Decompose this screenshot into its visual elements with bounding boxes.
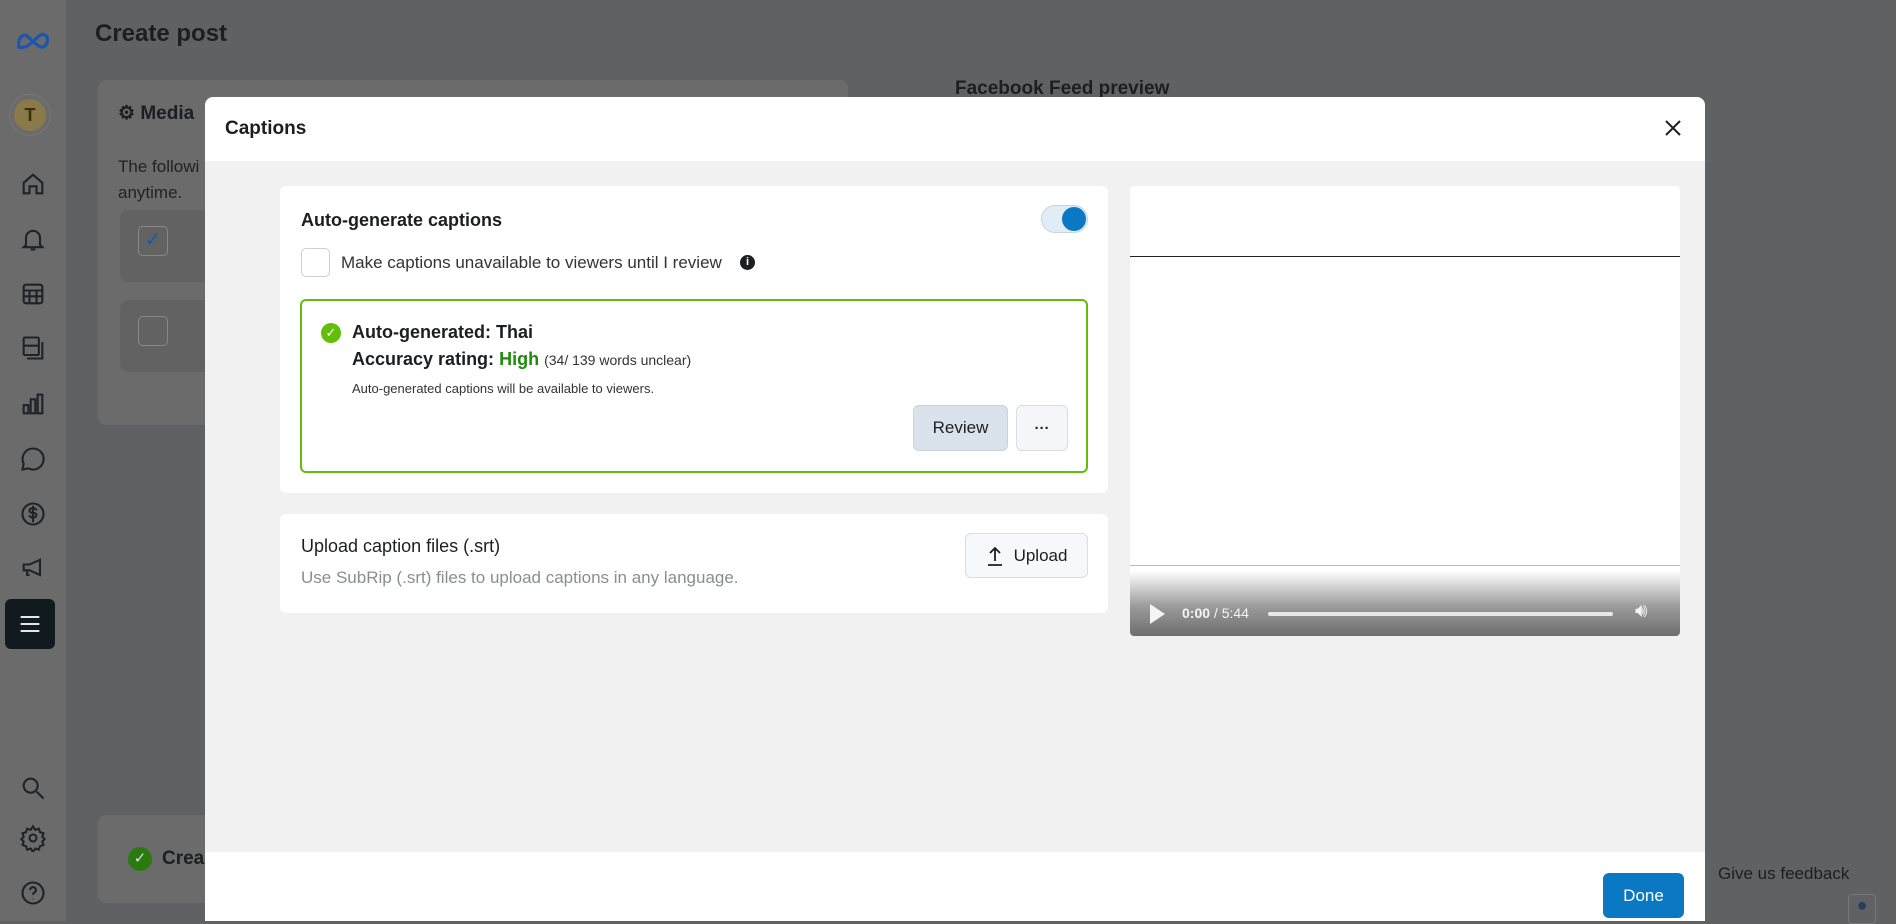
auto-generate-title: Auto-generate captions: [301, 210, 503, 230]
avatar[interactable]: T: [10, 95, 50, 135]
video-top-line: [1130, 256, 1680, 257]
megaphone-icon[interactable]: [13, 548, 53, 588]
check-circle-icon: ✓: [321, 323, 341, 343]
checkbox-checked[interactable]: ✓: [138, 226, 168, 256]
meta-logo[interactable]: [13, 20, 53, 60]
feedback-link[interactable]: Give us feedback: [1718, 864, 1849, 884]
bottom-card-text: Crea: [162, 848, 205, 869]
menu-icon[interactable]: [5, 599, 55, 649]
auto-generate-card: Auto-generate captions Make captions una…: [280, 186, 1108, 493]
accuracy-detail: (34/ 139 words unclear): [544, 352, 692, 368]
done-button[interactable]: Done: [1603, 873, 1684, 918]
result-note: Auto-generated captions will be availabl…: [352, 381, 655, 396]
accuracy-line: Accuracy rating: High (34/ 139 words unc…: [352, 349, 691, 370]
toggle-knob: [1062, 207, 1086, 231]
video-time: 0:00 / 5:44: [1182, 605, 1249, 621]
auto-generate-toggle[interactable]: [1041, 205, 1088, 233]
chat-icon[interactable]: [13, 439, 53, 479]
review-checkbox-label: Make captions unavailable to viewers unt…: [341, 253, 722, 272]
media-title-text: Media: [140, 103, 195, 124]
table-icon[interactable]: [13, 274, 53, 314]
captions-modal: Captions Auto-generate captions Make cap…: [205, 97, 1705, 921]
media-card-text: The followi anytime.: [118, 154, 199, 206]
result-title: Auto-generated: Thai: [352, 322, 534, 342]
help-icon[interactable]: [13, 873, 53, 913]
pages-icon[interactable]: [13, 328, 53, 368]
upload-title: Upload caption files (.srt): [301, 536, 501, 556]
media-text-1: The followi: [118, 157, 200, 176]
duration: / 5:44: [1213, 605, 1249, 621]
info-icon[interactable]: i: [740, 255, 755, 270]
chart-icon[interactable]: [13, 384, 53, 424]
auto-result-box: ✓ Auto-generated: Thai Accuracy rating: …: [300, 299, 1088, 473]
modal-title: Captions: [225, 118, 307, 139]
video-preview: 0:00 / 5:44 🔊︎: [1130, 186, 1680, 636]
video-progress-bar[interactable]: [1268, 612, 1613, 616]
review-button[interactable]: Review: [913, 405, 1008, 451]
accuracy-label: Accuracy rating:: [352, 349, 495, 369]
video-controls: 0:00 / 5:44 🔊︎: [1130, 571, 1680, 636]
dollar-icon[interactable]: [13, 494, 53, 534]
close-icon: [1665, 120, 1681, 136]
preview-title-text: Facebook Feed preview: [955, 78, 1170, 99]
search-icon[interactable]: [13, 768, 53, 808]
upload-subtitle: Use SubRip (.srt) files to upload captio…: [301, 568, 739, 587]
check-circle-icon: ✓: [128, 847, 152, 871]
upload-button-label: Upload: [1013, 545, 1068, 565]
sidebar: T: [0, 0, 66, 921]
media-text-2: anytime.: [118, 183, 183, 202]
home-icon[interactable]: [13, 164, 53, 204]
more-options-button[interactable]: ···: [1016, 405, 1068, 451]
media-card-title: ⚙ Media: [118, 103, 195, 124]
close-button[interactable]: [1658, 113, 1688, 143]
play-button[interactable]: [1150, 604, 1165, 624]
upload-card: Upload caption files (.srt) Use SubRip (…: [280, 514, 1108, 613]
bell-icon[interactable]: [13, 219, 53, 259]
gear-icon[interactable]: [13, 818, 53, 858]
volume-icon[interactable]: 🔊︎: [1635, 600, 1648, 623]
globe-icon[interactable]: ●: [1848, 894, 1876, 924]
accuracy-value: High: [499, 349, 540, 369]
video-bottom-line: [1130, 565, 1680, 566]
review-checkbox[interactable]: [301, 248, 330, 277]
current-time: 0:00: [1182, 605, 1211, 621]
upload-icon: [987, 546, 1002, 566]
page-title: Create post: [95, 20, 228, 47]
checkbox[interactable]: [138, 316, 168, 346]
upload-button[interactable]: Upload: [965, 533, 1088, 578]
